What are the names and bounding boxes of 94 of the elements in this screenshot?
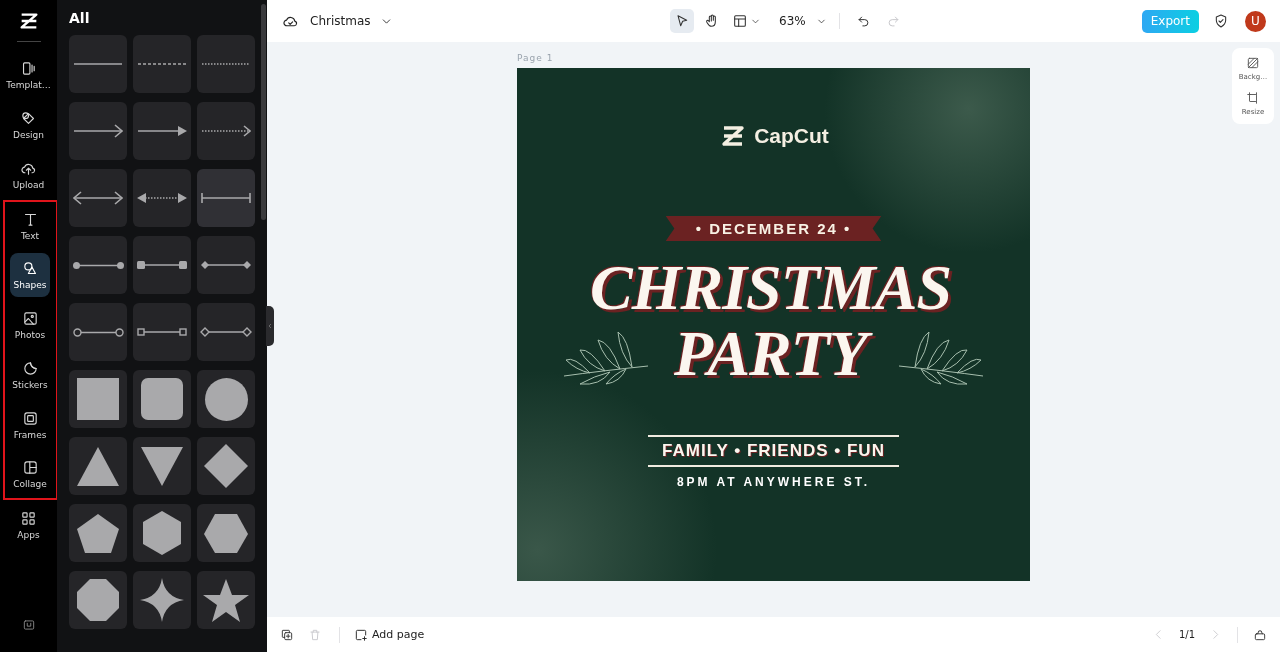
shape-tile[interactable] [197, 504, 255, 562]
square-icon [76, 377, 120, 421]
collage-icon [21, 459, 39, 476]
inverted-triangle-icon [140, 445, 184, 487]
octagon-icon [76, 578, 120, 622]
shape-tile[interactable] [133, 35, 191, 93]
dotted-arrow-icon [201, 125, 251, 137]
line-icon [73, 63, 123, 65]
poster-tagline: FAMILY • FRIENDS • FUN [648, 435, 899, 467]
dashed-line-icon [137, 63, 187, 65]
shape-tile[interactable] [69, 504, 127, 562]
double-arrow-icon [73, 191, 123, 205]
shape-tile[interactable] [133, 169, 191, 227]
sticker-icon [21, 360, 39, 377]
sidebar-item[interactable]: Design [1, 100, 56, 150]
shape-tile[interactable] [69, 303, 127, 361]
shape-tile[interactable] [69, 437, 127, 495]
apps-icon [20, 510, 37, 527]
shape-tile[interactable] [133, 370, 191, 428]
hexagon-icon [142, 510, 182, 556]
resize-icon [1246, 91, 1260, 105]
page-label: Page 1 [517, 53, 555, 63]
shape-tile[interactable] [197, 35, 255, 93]
shape-tile[interactable] [69, 370, 127, 428]
solid-arrow-icon [136, 125, 188, 137]
shield-check-icon [1213, 13, 1229, 29]
bracket-line-icon [201, 192, 251, 204]
shape-tile[interactable] [197, 236, 255, 294]
square-end-line-icon [136, 260, 188, 270]
poster-location: 8PM AT ANYWHERE ST. [676, 475, 871, 489]
shape-tile[interactable] [197, 437, 255, 495]
add-page-icon [354, 627, 368, 642]
shape-tile[interactable] [69, 102, 127, 160]
sidebar-item[interactable]: Templat… [1, 50, 56, 100]
shape-tile[interactable] [197, 370, 255, 428]
template-icon [20, 60, 37, 77]
cursor-icon [674, 13, 690, 29]
logo-icon [17, 10, 40, 32]
shape-tile[interactable] [133, 102, 191, 160]
select-tool[interactable] [670, 9, 694, 33]
dotted-double-arrow-icon [136, 192, 188, 204]
date-ribbon: • DECEMBER 24 • [665, 216, 882, 241]
shape-tile[interactable] [197, 303, 255, 361]
open-square-line-icon [137, 328, 187, 336]
sidebar-item[interactable]: Upload [1, 150, 56, 200]
shape-tile[interactable] [69, 571, 127, 629]
avatar[interactable]: U [1245, 10, 1266, 32]
shape-tile[interactable] [69, 236, 127, 294]
ring-line-icon [72, 327, 124, 337]
image-icon [21, 310, 39, 327]
design-icon [20, 110, 37, 127]
shape-tile[interactable] [197, 102, 255, 160]
panel-title: All [69, 10, 91, 26]
trash-icon [308, 627, 322, 642]
chevron-left-icon [266, 322, 274, 330]
collapse-handle[interactable] [266, 306, 274, 346]
sidebar-item[interactable]: Shapes [2, 250, 58, 300]
shape-tile[interactable] [69, 35, 127, 93]
sidebar-item[interactable]: Apps [1, 500, 56, 550]
shape-tile[interactable] [133, 571, 191, 629]
frame-icon [21, 410, 39, 427]
arrow-icon [73, 124, 123, 138]
diamond-end-line-icon [200, 260, 252, 270]
layout-icon [732, 13, 748, 29]
panel-toggle-icon [1253, 627, 1267, 642]
dot-line-icon [71, 260, 125, 270]
diamond-icon [203, 443, 249, 489]
zoom-dropdown[interactable]: 63% [779, 14, 827, 28]
pentagon-icon [76, 512, 120, 554]
hatched-square-icon [1246, 56, 1260, 70]
rounded-square-icon [140, 377, 184, 421]
add-page-button[interactable]: Add page [354, 627, 425, 642]
shape-tile[interactable] [69, 169, 127, 227]
shape-tile[interactable] [133, 303, 191, 361]
shape-tile[interactable] [197, 169, 255, 227]
poster[interactable]: CapCut • DECEMBER 24 • CHRISTMAS PARTY FAMILY • FRIENDS • FUN 8PM AT ANYWHERE ST. [517, 68, 1030, 581]
shape-tile[interactable] [197, 571, 255, 629]
brand-name: CapCut [754, 124, 829, 148]
duplicate-icon [280, 627, 294, 642]
flat-hexagon-icon [203, 512, 249, 554]
circle-icon [203, 376, 249, 422]
scrollbar[interactable] [261, 4, 266, 220]
shape-tile[interactable] [133, 504, 191, 562]
four-point-star-icon [139, 577, 185, 623]
shape-tile[interactable] [133, 236, 191, 294]
shapes-icon [21, 260, 39, 277]
star-icon [202, 577, 250, 623]
shape-tile[interactable] [133, 437, 191, 495]
keyboard-icon [21, 618, 36, 632]
project-name-dropdown[interactable]: Christmas [310, 14, 393, 28]
open-diamond-line-icon [200, 327, 252, 337]
dotted-line-icon [201, 63, 251, 65]
page-counter: 1/1 [1177, 629, 1196, 640]
triangle-icon [76, 445, 120, 487]
